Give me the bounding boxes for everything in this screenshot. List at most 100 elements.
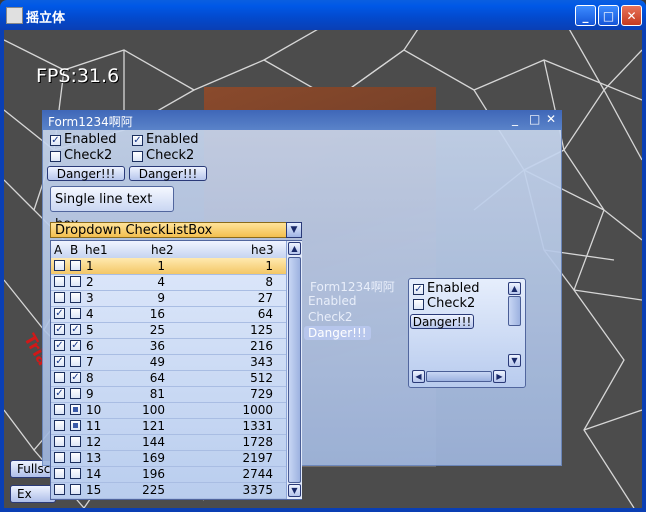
minimize-button[interactable]: _ [575, 5, 596, 26]
row-checkbox-b[interactable] [70, 468, 81, 479]
table-row[interactable]: 14 196 2744 [51, 466, 287, 483]
panel-scroll-down-icon[interactable]: ▼ [508, 354, 521, 367]
row-checkbox-a[interactable] [54, 484, 65, 495]
cell-he3: 2197 [242, 451, 273, 465]
col1-check2-checkbox[interactable] [50, 151, 61, 162]
cell-he2: 64 [149, 371, 165, 385]
col2-danger-button[interactable]: Danger!!! [129, 166, 207, 181]
table-row[interactable]: 13 169 2197 [51, 450, 287, 467]
cell-he1: 7 [86, 355, 94, 369]
row-checkbox-b[interactable] [70, 436, 81, 447]
row-checkbox-a[interactable]: ✓ [54, 308, 65, 319]
row-checkbox-b[interactable] [70, 308, 81, 319]
row-checkbox-b[interactable] [70, 452, 81, 463]
form-close-icon[interactable]: ✕ [546, 112, 556, 126]
cell-he3: 343 [250, 355, 273, 369]
row-checkbox-a[interactable] [54, 468, 65, 479]
table-row[interactable]: ✓ 4 16 64 [51, 306, 287, 323]
header-he2[interactable]: he2 [151, 242, 174, 258]
table-row[interactable]: ✓ ✓ 5 25 125 [51, 322, 287, 339]
grid-vscrollbar[interactable]: ▲ ▼ [286, 241, 302, 499]
row-checkbox-b[interactable] [70, 420, 81, 431]
faded-danger-button: Danger!!! [304, 326, 371, 340]
col2-check2-label: Check2 [146, 148, 195, 163]
header-b[interactable]: B [70, 242, 78, 258]
grid-scroll-down-icon[interactable]: ▼ [288, 484, 301, 497]
header-he3[interactable]: he3 [251, 242, 274, 258]
row-checkbox-b[interactable] [70, 404, 81, 415]
table-row[interactable]: ✓ 7 49 343 [51, 354, 287, 371]
panel-danger-button[interactable]: Danger!!! [410, 314, 474, 329]
cell-he3: 1728 [242, 435, 273, 449]
col1-enabled-checkbox[interactable]: ✓ [50, 135, 61, 146]
row-checkbox-b[interactable] [70, 356, 81, 367]
cell-he2: 16 [149, 307, 165, 321]
row-checkbox-a[interactable] [54, 452, 65, 463]
row-checkbox-a[interactable]: ✓ [54, 356, 65, 367]
dropdown-checklistbox[interactable]: Dropdown CheckListBox [50, 222, 302, 238]
window-frame-right [642, 30, 646, 512]
fps-counter: FPS:31.6 [36, 65, 120, 87]
col2-enabled-checkbox[interactable]: ✓ [132, 135, 143, 146]
single-line-textbox[interactable]: Single line text box [50, 186, 174, 232]
cell-he2: 100 [142, 403, 165, 417]
dropdown-arrow-icon[interactable]: ▼ [286, 222, 302, 238]
table-row[interactable]: 12 144 1728 [51, 434, 287, 451]
row-checkbox-a[interactable]: ✓ [54, 340, 65, 351]
row-checkbox-a[interactable] [54, 276, 65, 287]
table-row[interactable]: 10 100 1000 [51, 402, 287, 419]
grid-vscroll-thumb[interactable] [288, 257, 301, 483]
table-row[interactable]: ✓ ✓ 6 36 216 [51, 338, 287, 355]
panel-enabled-checkbox[interactable]: ✓ [413, 284, 424, 295]
maximize-button[interactable]: □ [598, 5, 619, 26]
table-row[interactable]: 15 225 3375 [51, 482, 287, 499]
row-checkbox-b[interactable]: ✓ [70, 324, 81, 335]
panel-hscroll-thumb[interactable] [426, 371, 492, 382]
cell-he1: 9 [86, 387, 94, 401]
form-title: Form1234啊阿 [48, 115, 133, 129]
header-he1[interactable]: he1 [85, 242, 108, 258]
header-a[interactable]: A [54, 242, 62, 258]
row-checkbox-b[interactable] [70, 276, 81, 287]
checklist-grid[interactable]: A B he1 he2 he3 1 1 1 2 4 8 3 9 27 ✓ 4 16 64 ✓ ✓ 5 25 125… [50, 240, 302, 500]
cell-he2: 49 [149, 355, 165, 369]
panel-scroll-up-icon[interactable]: ▲ [508, 282, 521, 295]
row-checkbox-b[interactable]: ✓ [70, 372, 81, 383]
row-checkbox-a[interactable] [54, 260, 65, 271]
row-checkbox-b[interactable] [70, 260, 81, 271]
row-checkbox-b[interactable] [70, 292, 81, 303]
cell-he1: 12 [86, 435, 102, 449]
panel-scroll-left-icon[interactable]: ◀ [412, 370, 425, 383]
row-checkbox-a[interactable]: ✓ [54, 324, 65, 335]
panel-scroll-right-icon[interactable]: ▶ [493, 370, 506, 383]
row-checkbox-a[interactable] [54, 372, 65, 383]
row-checkbox-a[interactable] [54, 420, 65, 431]
cell-he3: 125 [250, 323, 273, 337]
row-checkbox-a[interactable] [54, 436, 65, 447]
row-checkbox-b[interactable] [70, 388, 81, 399]
cell-he1: 11 [86, 419, 102, 433]
panel-check2-checkbox[interactable] [413, 299, 424, 310]
form-minimize-icon[interactable]: _ [512, 112, 518, 126]
row-checkbox-a[interactable] [54, 404, 65, 415]
table-row[interactable]: 2 4 8 [51, 274, 287, 291]
form-maximize-icon[interactable]: □ [529, 112, 540, 126]
row-checkbox-b[interactable] [70, 484, 81, 495]
table-row[interactable]: 11 121 1331 [51, 418, 287, 435]
form-title-bar[interactable]: Form1234啊阿 _ □ ✕ [42, 110, 562, 130]
col1-danger-button[interactable]: Danger!!! [47, 166, 125, 181]
close-button[interactable]: ✕ [621, 5, 642, 26]
col2-check2-checkbox[interactable] [132, 151, 143, 162]
row-checkbox-b[interactable]: ✓ [70, 340, 81, 351]
panel-vscroll-thumb[interactable] [508, 296, 521, 326]
table-row[interactable]: ✓ 9 81 729 [51, 386, 287, 403]
row-checkbox-a[interactable]: ✓ [54, 388, 65, 399]
table-row[interactable]: 1 1 1 [51, 258, 287, 275]
grid-scroll-up-icon[interactable]: ▲ [288, 242, 301, 255]
window-title-bar[interactable]: 摇立体 _ □ ✕ [0, 0, 646, 30]
row-checkbox-a[interactable] [54, 292, 65, 303]
col1-check2-label: Check2 [64, 148, 113, 163]
table-row[interactable]: 3 9 27 [51, 290, 287, 307]
cell-he3: 216 [250, 339, 273, 353]
table-row[interactable]: ✓ 8 64 512 [51, 370, 287, 387]
